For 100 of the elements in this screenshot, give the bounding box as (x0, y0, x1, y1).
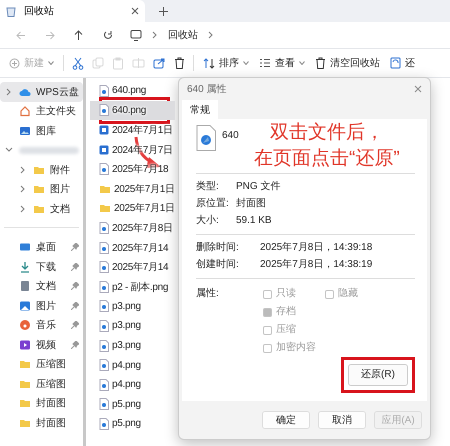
new-tab-icon[interactable] (159, 6, 168, 16)
field-value: PNG 文件 (236, 180, 282, 194)
field-label: 大小: (196, 214, 220, 228)
dialog-button[interactable]: 确定 (262, 411, 310, 429)
sidebar-item[interactable]: 图库 (0, 121, 83, 140)
annotation-text: 双击文件后， (270, 121, 384, 145)
image-file-icon (99, 280, 109, 293)
sidebar-item[interactable]: 压缩图 (0, 354, 83, 374)
image-file-icon (99, 300, 109, 312)
download-icon (19, 260, 31, 273)
caret-icon (299, 61, 305, 65)
sidebar-item[interactable]: 附件 (0, 160, 83, 180)
caret-icon (243, 61, 249, 65)
sidebar-item[interactable]: 封面图 (0, 394, 83, 413)
chevron-icon (20, 185, 26, 194)
recycle-bin-icon (6, 6, 16, 16)
checkbox-label: 压缩 (276, 323, 296, 337)
dialog-tab[interactable]: 常规 (182, 100, 218, 119)
sidebar-item[interactable]: 图片 (0, 180, 83, 199)
sidebar-item[interactable]: 桌面 (0, 238, 83, 257)
pin-icon (71, 262, 79, 271)
sidebar-item[interactable]: 音乐 (0, 316, 83, 335)
pin-icon (71, 302, 79, 310)
monitor-icon[interactable] (130, 30, 142, 40)
image-file-icon (99, 242, 109, 254)
image-file-icon (99, 163, 109, 176)
restore-button[interactable]: 还 (385, 53, 420, 73)
file-item[interactable]: 2025年7月1日 (90, 178, 175, 199)
image-file-icon (99, 359, 109, 372)
view-icon (259, 58, 271, 68)
sidebar-item[interactable]: 主文件夹 (0, 102, 83, 121)
file-item[interactable]: p4.png (90, 355, 175, 375)
file-item[interactable]: p2 - 副本.png (90, 276, 175, 297)
empty-button[interactable]: 清空回收站 (310, 53, 385, 73)
close-icon[interactable] (131, 7, 139, 15)
file-item[interactable]: p3.png (90, 316, 175, 336)
file-item[interactable]: 640.png (90, 81, 175, 101)
folder-icon (19, 358, 31, 370)
paste-icon (112, 56, 124, 70)
chevron-icon (20, 204, 26, 213)
up-icon[interactable] (74, 30, 83, 40)
music-icon (19, 319, 31, 332)
chevron-icon (5, 147, 13, 154)
browser-tab[interactable]: 回收站 (0, 0, 145, 22)
file-name: 640 (222, 129, 239, 143)
pin-icon (71, 321, 79, 330)
caret-icon (48, 61, 54, 65)
sort-button[interactable]: 排序 (198, 53, 254, 73)
field-label: 类型: (196, 180, 220, 194)
image-file-icon (196, 125, 216, 151)
checkbox-label: 加密内容 (276, 341, 316, 355)
image-file-icon (99, 378, 109, 391)
folder-icon (19, 397, 31, 410)
file-item[interactable]: 2025年7月14 (90, 257, 175, 277)
sidebar-item[interactable]: WPS云盘 (0, 82, 83, 102)
forward-icon[interactable] (44, 30, 54, 40)
sidebar-item[interactable]: 图片 (0, 296, 83, 316)
file-item[interactable]: p5.png (90, 414, 175, 434)
file-item[interactable]: 2025年7月18 (90, 159, 175, 179)
file-item[interactable]: p3.png (90, 296, 175, 316)
dialog-button[interactable]: 取消 (318, 411, 366, 429)
sidebar-item[interactable]: 文档 (0, 276, 83, 296)
field-value: 2025年7月8日，14:39:18 (260, 241, 374, 255)
pin-icon (71, 243, 79, 252)
copy-icon (92, 57, 104, 69)
chevron-icon (6, 88, 12, 96)
back-icon[interactable] (16, 30, 26, 40)
breadcrumb-chevron-icon (208, 31, 214, 39)
refresh-icon[interactable] (102, 30, 112, 40)
sidebar-item[interactable]: 下载 (0, 257, 83, 276)
file-item[interactable]: 640.png (90, 100, 175, 120)
desktop-icon (19, 241, 31, 254)
sidebar-item[interactable]: 文档 (0, 199, 83, 218)
close-icon[interactable] (414, 85, 422, 93)
file-item[interactable]: 2024年7月1日 (90, 120, 175, 140)
file-item[interactable]: 2025年7月14 (90, 238, 175, 258)
file-item[interactable]: 2025年7月1日 (90, 198, 175, 218)
trash-icon (315, 57, 326, 69)
sidebar-item[interactable]: 视频 (0, 335, 83, 354)
breadcrumb[interactable]: 回收站 (168, 28, 198, 42)
restore-icon (390, 57, 401, 69)
file-item[interactable]: p5.png (90, 394, 175, 414)
field-label: 创建时间: (196, 258, 240, 272)
file-item[interactable]: p4.png (90, 374, 175, 394)
chevron-icon (20, 166, 26, 174)
file-item[interactable]: p3.png (90, 336, 175, 356)
video-icon (19, 338, 31, 351)
blurred-label (19, 146, 79, 154)
field-value: 封面图 (236, 197, 267, 211)
breadcrumb-chevron-icon (152, 31, 158, 39)
restore-button[interactable]: 还原(R) (348, 364, 408, 386)
view-button[interactable]: 查看 (254, 53, 310, 73)
checkbox-label: 存档 (276, 305, 296, 319)
pin-icon (71, 282, 79, 290)
sidebar-item[interactable]: 压缩图 (0, 374, 83, 394)
gallery-icon (19, 124, 31, 137)
image-file-icon (99, 261, 109, 274)
file-item[interactable]: 2025年7月8日 (90, 218, 175, 238)
pin-icon (71, 340, 79, 349)
sidebar-item[interactable]: 封面图 (0, 413, 83, 432)
